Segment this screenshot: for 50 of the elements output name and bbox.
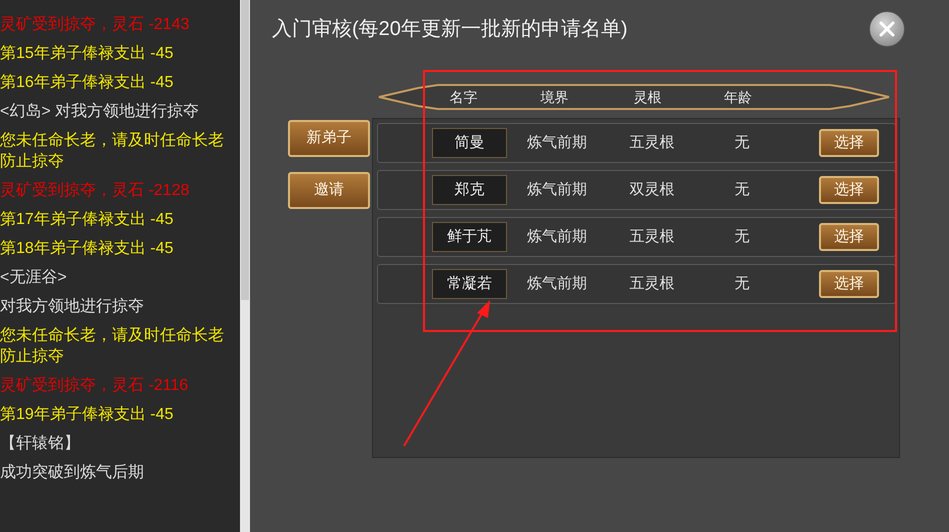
table-row[interactable]: 常凝若 炼气前期 五灵根 无 选择 bbox=[377, 264, 896, 304]
name-plate: 简曼 bbox=[432, 128, 507, 158]
log-entry: 对我方领地进行掠夺 bbox=[0, 296, 145, 317]
dialog-title: 入门审核(每20年更新一批新的申请名单) bbox=[272, 17, 628, 42]
select-button[interactable]: 选择 bbox=[819, 176, 879, 204]
log-entry: <无涯谷> bbox=[0, 268, 68, 288]
column-header: 名字 bbox=[448, 88, 478, 106]
table-row[interactable]: 简曼 炼气前期 五灵根 无 选择 bbox=[377, 123, 896, 163]
side-button[interactable]: 邀请 bbox=[288, 172, 370, 209]
table-cell-text: 无 bbox=[734, 274, 750, 294]
table-cell-text: 炼气前期 bbox=[526, 180, 588, 200]
table-row[interactable]: 郑克 炼气前期 双灵根 无 选择 bbox=[377, 170, 896, 210]
side-button[interactable]: 新弟子 bbox=[288, 120, 370, 157]
table-row[interactable]: 鲜于芃 炼气前期 五灵根 无 选择 bbox=[377, 217, 896, 257]
column-header: 灵根 bbox=[632, 88, 662, 106]
name-plate: 鲜于芃 bbox=[432, 222, 507, 252]
log-entry: 第19年弟子俸禄支出 -45 bbox=[0, 404, 174, 425]
scrollbar[interactable] bbox=[240, 0, 250, 532]
close-icon bbox=[879, 21, 895, 37]
select-button[interactable]: 选择 bbox=[819, 270, 879, 298]
log-entry: 【轩辕铭】 bbox=[0, 434, 81, 454]
log-entry: 第17年弟子俸禄支出 -45 bbox=[0, 210, 174, 230]
scrollbar-thumb[interactable] bbox=[241, 0, 249, 300]
column-header: 年龄 bbox=[723, 88, 753, 106]
table-cell-text: 无 bbox=[734, 132, 750, 153]
name-plate: 郑克 bbox=[432, 175, 507, 205]
log-entry: 灵矿受到掠夺，灵石 -2128 bbox=[0, 180, 190, 201]
log-entry: 灵矿受到掠夺，灵石 -2116 bbox=[0, 376, 190, 396]
log-entry: 您未任命长老，请及时任命长老防止掠夺 bbox=[0, 130, 225, 172]
log-entry: <幻岛> 对我方领地进行掠夺 bbox=[0, 102, 200, 122]
table-cell-text: 无 bbox=[734, 180, 750, 200]
table-cell-text: 无 bbox=[734, 226, 750, 247]
log-entry: 您未任命长老，请及时任命长老防止掠夺 bbox=[0, 326, 225, 367]
log-entry: 第18年弟子俸禄支出 -45 bbox=[0, 238, 174, 259]
log-entry: 成功突破到炼气后期 bbox=[0, 462, 145, 483]
name-plate: 常凝若 bbox=[432, 269, 507, 299]
log-entry: 第15年弟子俸禄支出 -45 bbox=[0, 44, 174, 64]
select-button[interactable]: 选择 bbox=[819, 223, 879, 251]
table-cell-text: 五灵根 bbox=[628, 274, 676, 294]
column-header: 境界 bbox=[540, 88, 570, 106]
select-button[interactable]: 选择 bbox=[819, 129, 879, 157]
table-cell-text: 炼气前期 bbox=[526, 226, 588, 247]
log-entry: 第16年弟子俸禄支出 -45 bbox=[0, 72, 174, 93]
table-cell-text: 五灵根 bbox=[628, 132, 676, 153]
table-cell-text: 双灵根 bbox=[628, 180, 676, 200]
close-button[interactable] bbox=[869, 11, 905, 47]
log-entry: 灵矿受到掠夺，灵石 -2143 bbox=[0, 14, 190, 35]
table-cell-text: 五灵根 bbox=[628, 226, 676, 247]
table-cell-text: 炼气前期 bbox=[526, 132, 588, 153]
table-cell-text: 炼气前期 bbox=[526, 274, 588, 294]
